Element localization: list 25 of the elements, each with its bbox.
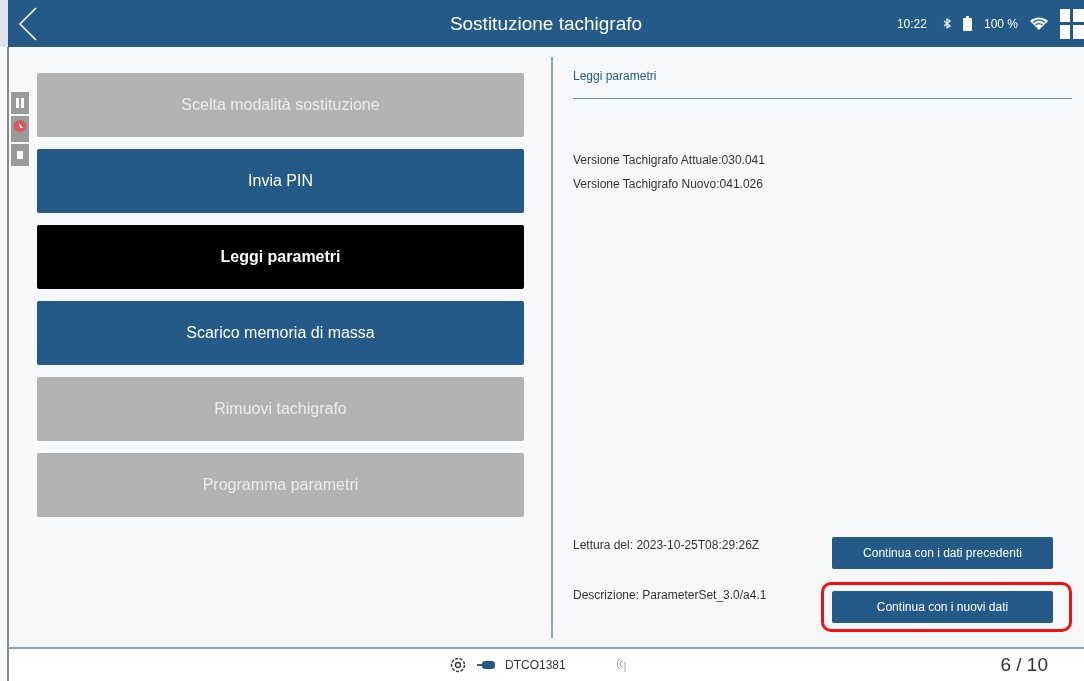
connector-icon: [477, 661, 495, 669]
step-button[interactable]: Scarico memoria di massa: [37, 301, 524, 365]
settings-icon[interactable]: [449, 656, 467, 674]
screen-title: Sostituzione tachigrafo: [449, 12, 643, 35]
clock: 10:22: [896, 16, 927, 31]
step-button[interactable]: Leggi parametri: [37, 225, 524, 289]
page-counter: 6 / 10: [1000, 654, 1048, 676]
signal-icon: [615, 657, 628, 673]
battery-level: 100 %: [983, 16, 1018, 31]
stop-icon[interactable]: [11, 144, 29, 166]
step-button[interactable]: Invia PIN: [37, 149, 524, 213]
battery-icon: [962, 16, 972, 31]
version-text: Versione Tachigrafo Nuovo:041.026: [573, 177, 764, 191]
back-icon[interactable]: [18, 6, 38, 41]
bluetooth-icon: [942, 18, 951, 29]
wifi-icon: [1030, 17, 1048, 30]
device-name: DTCO1381: [505, 658, 566, 672]
reading-date-text: Lettura del: 2023-10-25T08:29:26Z: [573, 537, 760, 552]
continue-button[interactable]: Continua con i dati precedenti: [832, 537, 1053, 569]
grid-menu-icon[interactable]: [1060, 8, 1084, 39]
description-text: Descrizione: ParameterSet_3.0/a4.1: [573, 587, 767, 602]
continue-button[interactable]: Continua con i nuovi dati: [832, 591, 1053, 623]
section-title: Leggi parametri: [573, 57, 1072, 99]
version-text: Versione Tachigrafo Attuale:030.041: [573, 153, 766, 167]
pause-icon[interactable]: [11, 92, 29, 114]
